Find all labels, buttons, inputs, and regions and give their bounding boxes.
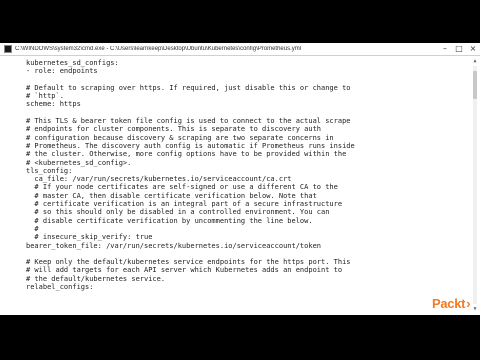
scroll-up-icon[interactable]: ▲: [472, 58, 478, 64]
terminal-line: # will add targets for each API server w…: [26, 266, 343, 275]
terminal-line: # Default to scraping over https. If req…: [26, 83, 351, 92]
terminal-line: # the cluster. Otherwise, more config op…: [26, 150, 347, 159]
packt-logo: Packt ›: [432, 295, 476, 311]
cmd-icon: [4, 45, 12, 53]
terminal-line: # This TLS & bearer token file config is…: [26, 117, 351, 126]
terminal-line: scheme: https: [26, 100, 81, 109]
terminal-line: #: [26, 224, 39, 233]
terminal-line: # so this should only be disabled in a c…: [26, 208, 330, 217]
terminal-line: # disable certificate verification by un…: [26, 216, 313, 225]
close-button[interactable]: ×: [466, 43, 480, 55]
title-bar: C:\WINDOWS\system32\cmd.exe - C:\Users\l…: [0, 43, 480, 56]
terminal-text: kubernetes_sd_configs: - role: endpoints …: [26, 59, 468, 291]
logo-text: Packt: [432, 295, 466, 311]
minimize-button[interactable]: –: [438, 43, 452, 55]
terminal-line: # <kubernetes_sd_config>.: [26, 158, 132, 167]
terminal-line: # Prometheus. The discovery auth config …: [26, 141, 355, 150]
terminal-line: - role: endpoints: [26, 67, 98, 76]
maximize-button[interactable]: □: [452, 43, 466, 55]
chevron-right-icon: ›: [466, 295, 471, 311]
terminal-line: kubernetes_sd_configs:: [26, 59, 119, 67]
terminal-line: # insecure_skip_verify: true: [26, 233, 153, 242]
window-title: C:\WINDOWS\system32\cmd.exe - C:\Users\l…: [15, 46, 302, 52]
terminal-line: # `http`.: [26, 92, 64, 101]
scroll-thumb[interactable]: [473, 70, 477, 100]
terminal-line: ca_file: /var/run/secrets/kubernetes.io/…: [26, 175, 292, 184]
terminal-line: # configuration because discovery & scra…: [26, 133, 334, 142]
terminal-window: C:\WINDOWS\system32\cmd.exe - C:\Users\l…: [0, 43, 480, 315]
scroll-track[interactable]: [473, 66, 477, 304]
terminal-line: # endpoints for cluster components. This…: [26, 125, 322, 134]
terminal-line: # certificate verification is an integra…: [26, 200, 343, 209]
terminal-line: tls_config:: [26, 166, 73, 175]
terminal-line: # master CA, then disable certificate ve…: [26, 191, 317, 200]
vertical-scrollbar[interactable]: ▲ ▼: [472, 58, 478, 312]
terminal-line: # If your node certificates are self-sig…: [26, 183, 338, 192]
terminal-line: bearer_token_file: /var/run/secrets/kube…: [26, 241, 322, 250]
terminal-content[interactable]: kubernetes_sd_configs: - role: endpoints …: [0, 56, 480, 315]
terminal-line: # Keep only the default/kubernetes servi…: [26, 258, 351, 267]
terminal-line: # the default/kubernetes service.: [26, 274, 166, 283]
terminal-line: relabel_configs:: [26, 283, 94, 292]
